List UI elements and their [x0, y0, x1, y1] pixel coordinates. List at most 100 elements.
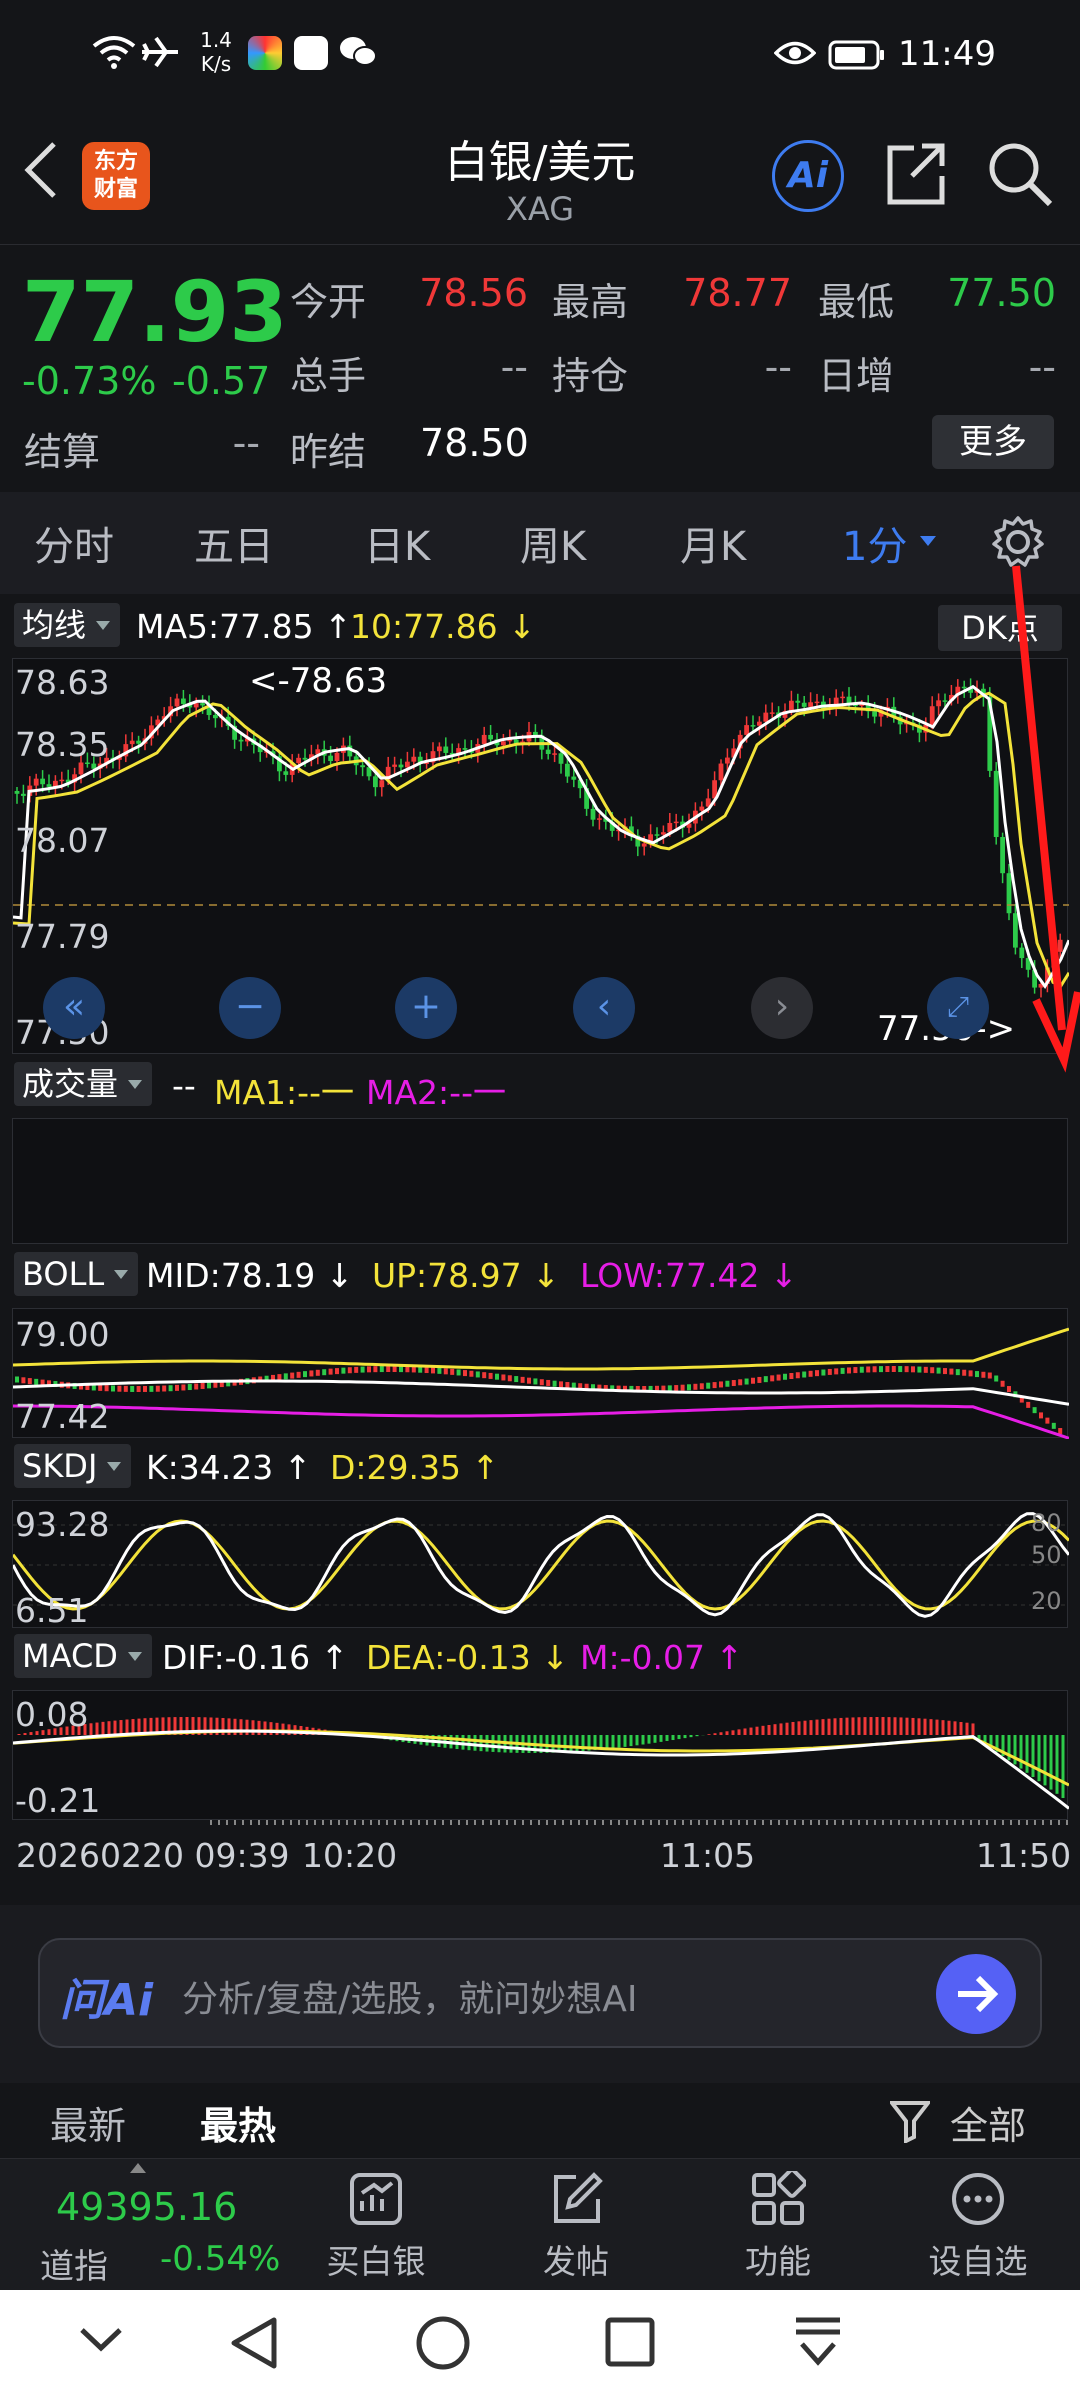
- time-1020: 10:20: [302, 1836, 398, 1875]
- boll-chart[interactable]: 79.00 77.42: [12, 1308, 1069, 1439]
- tab-weekly-k[interactable]: 周K: [520, 514, 586, 572]
- tab-latest[interactable]: 最新: [50, 2095, 126, 2150]
- boll-candle: [136, 1386, 141, 1392]
- post-button[interactable]: 发帖: [496, 2171, 656, 2283]
- tab-1min[interactable]: 1分: [842, 514, 907, 572]
- tab-hot[interactable]: 最热: [200, 2095, 276, 2150]
- volume-indicator-button[interactable]: 成交量: [14, 1062, 153, 1106]
- scroll-far-left-button[interactable]: «: [43, 977, 105, 1039]
- boll-candle: [495, 1373, 499, 1380]
- boll-candle: [21, 1377, 26, 1384]
- volume-chart[interactable]: [12, 1118, 1068, 1244]
- macd-bar: [971, 1723, 975, 1735]
- macd-bar: [833, 1718, 837, 1735]
- app-notification-icon: [248, 36, 282, 70]
- candle-body: [763, 712, 769, 722]
- ask-ai-input[interactable]: 问Ai 分析/复盘/选股，就问妙想AI: [38, 1938, 1042, 2048]
- candle-body: [283, 771, 289, 775]
- ask-ai-placeholder: 分析/复盘/选股，就问妙想AI: [182, 1979, 638, 2020]
- skdj-r-20: 20: [1031, 1587, 1062, 1615]
- more-button[interactable]: 更多: [932, 415, 1054, 469]
- tab-monthly-k[interactable]: 月K: [680, 514, 746, 572]
- boll-up-text: UP:78.97: [372, 1256, 522, 1295]
- macd-dif-text: DIF:-0.16: [162, 1638, 311, 1677]
- skdj-d-text: D:29.35: [330, 1448, 462, 1487]
- add-watchlist-button[interactable]: 设自选: [898, 2171, 1058, 2283]
- skdj-chart[interactable]: 93.28 6.51 80 50 20: [12, 1500, 1069, 1630]
- tab-five-day[interactable]: 五日: [194, 514, 274, 572]
- nav-back-icon[interactable]: [228, 2314, 280, 2376]
- functions-button[interactable]: 功能: [698, 2171, 858, 2283]
- boll-candle: [143, 1385, 147, 1392]
- candle-body: [641, 843, 647, 847]
- zoom-out-button[interactable]: −: [219, 977, 281, 1039]
- candle-body: [801, 702, 807, 707]
- tab-daily-k[interactable]: 日K: [364, 514, 430, 572]
- index-ticker[interactable]: 49395.16 道指 -0.54%: [0, 2159, 290, 2291]
- send-arrow-icon[interactable]: [936, 1954, 1016, 2034]
- boll-candle: [290, 1372, 295, 1379]
- boll-candle: [917, 1366, 922, 1373]
- nav-notification-pull-icon[interactable]: [792, 2314, 844, 2374]
- candle-body: [78, 762, 84, 775]
- filter-icon[interactable]: [887, 2099, 933, 2147]
- macd-bar: [797, 1721, 801, 1735]
- nav-hide-chevron-icon[interactable]: [78, 2320, 124, 2364]
- candle-body: [744, 725, 749, 735]
- boll-candle: [821, 1369, 826, 1376]
- macd-bar: [467, 1735, 471, 1751]
- tab-intraday[interactable]: 分时: [34, 514, 114, 572]
- boll-candle: [674, 1385, 679, 1392]
- fullscreen-button[interactable]: ⤢: [927, 977, 989, 1039]
- ai-button[interactable]: Ai: [772, 140, 844, 212]
- macd-bar: [767, 1724, 771, 1735]
- boll-indicator-button[interactable]: BOLL: [14, 1252, 139, 1296]
- macd-bar: [773, 1724, 777, 1735]
- ask-ai-logo: 问Ai: [60, 1975, 154, 2026]
- candle-body: [488, 734, 493, 740]
- macd-indicator-button[interactable]: MACD: [14, 1634, 152, 1678]
- candle-body: [814, 701, 820, 704]
- candle-body: [59, 779, 65, 782]
- change-pct: -0.73%: [22, 359, 157, 403]
- zoom-in-button[interactable]: +: [395, 977, 457, 1039]
- dow-change: -0.54%: [160, 2239, 281, 2279]
- candle-body: [757, 721, 762, 726]
- candlestick-chart[interactable]: 78.63 78.35 78.07 77.79 77.50 <-78.63 77…: [12, 658, 1069, 1054]
- candle-body: [373, 776, 378, 788]
- volume-indicator-row: 成交量 -- MA1:--一 MA2:--一: [0, 1062, 1080, 1112]
- boll-candle: [341, 1367, 346, 1374]
- boll-candle: [187, 1384, 192, 1391]
- filter-all[interactable]: 全部: [950, 2095, 1026, 2150]
- boll-up-line: [13, 1327, 1069, 1371]
- boll-candle: [962, 1369, 967, 1376]
- volume-value: --: [172, 1066, 196, 1105]
- candle-body: [795, 700, 801, 703]
- scroll-left-button[interactable]: ‹: [573, 977, 635, 1039]
- boll-candle: [763, 1376, 768, 1383]
- buy-silver-button[interactable]: 买白银: [296, 2171, 456, 2283]
- boll-candle: [949, 1368, 954, 1375]
- boll-candle: [815, 1370, 819, 1377]
- macd-chart[interactable]: 0.08 -0.21: [12, 1690, 1069, 1820]
- nav-home-icon[interactable]: [414, 2314, 472, 2376]
- boll-candle: [770, 1375, 775, 1382]
- candle-body: [929, 706, 935, 725]
- search-icon[interactable]: [986, 140, 1054, 212]
- share-icon[interactable]: [884, 140, 948, 212]
- prev-settle-value: 78.50: [420, 421, 529, 465]
- ma-indicator-button[interactable]: 均线: [14, 603, 121, 647]
- settle-label: 结算: [24, 430, 101, 474]
- nav-recents-icon[interactable]: [604, 2316, 656, 2372]
- status-bar: 1.4 K/s 11:49: [0, 0, 1080, 110]
- boll-mid-text: MID:78.19: [146, 1256, 316, 1295]
- macd-bar: [623, 1735, 627, 1747]
- boll-candle: [808, 1370, 813, 1377]
- open-value: 78.56: [419, 271, 528, 315]
- skdj-d: D:29.35 ↑: [330, 1448, 500, 1487]
- boll-y-bottom: 77.42: [15, 1397, 110, 1436]
- macd-bar: [281, 1723, 285, 1735]
- skdj-indicator-button[interactable]: SKDJ: [14, 1444, 132, 1488]
- ma5-text: MA5:77.85: [136, 607, 314, 646]
- scroll-right-button[interactable]: ›: [751, 977, 813, 1039]
